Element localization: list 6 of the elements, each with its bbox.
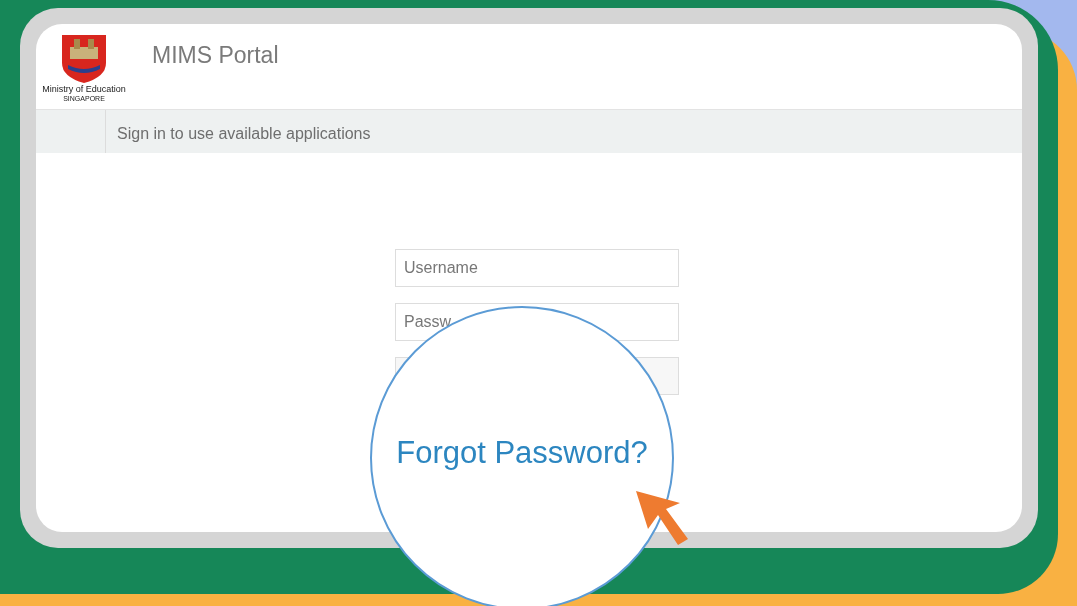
username-field[interactable]: Username (395, 249, 679, 287)
logo-caption: Ministry of Education (42, 85, 126, 96)
forgot-password-link[interactable]: Forgot Password? (396, 429, 648, 477)
subheader-text: Sign in to use available applications (116, 124, 371, 144)
crest-icon (60, 33, 108, 86)
portal-title: MIMS Portal (152, 41, 279, 71)
